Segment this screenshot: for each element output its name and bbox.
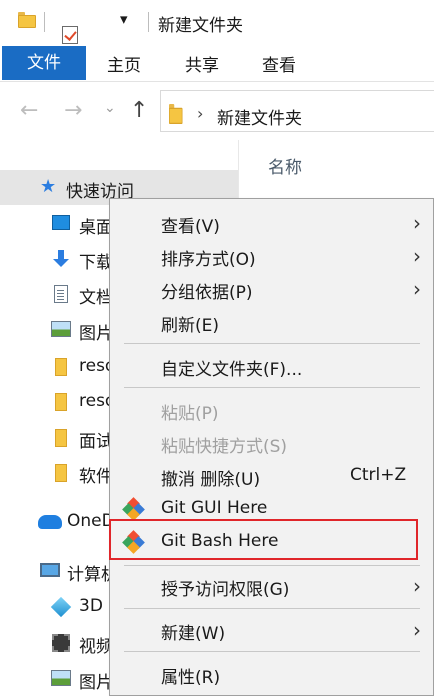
tab-view[interactable]: 查看 xyxy=(257,50,301,82)
up-arrow-icon[interactable]: ↑ xyxy=(130,98,148,123)
menu-item-customize-folder[interactable]: 自定义文件夹(F)... xyxy=(110,350,434,382)
menu-separator xyxy=(124,565,420,566)
menu-item-label: 新建(W) xyxy=(161,624,226,644)
submenu-arrow-icon: › xyxy=(413,277,421,301)
submenu-arrow-icon: › xyxy=(413,618,421,642)
menu-item-shortcut: Ctrl+Z xyxy=(350,465,407,485)
menu-item-paste-shortcut[interactable]: 粘贴快捷方式(S) xyxy=(110,427,434,459)
desktop-icon xyxy=(52,215,70,230)
forward-arrow-icon[interactable]: → xyxy=(64,98,82,123)
tab-share[interactable]: 共享 xyxy=(180,50,224,82)
menu-item-label: Git GUI Here xyxy=(161,498,268,518)
star-icon: ★ xyxy=(40,176,57,197)
menu-item-label: 分组依据(P) xyxy=(161,283,253,303)
column-header-name[interactable]: 名称 xyxy=(268,153,302,178)
picture-icon xyxy=(51,670,71,686)
quick-access-toolbar-dropdown-icon[interactable]: ▾ xyxy=(120,10,128,28)
menu-item-label: 刷新(E) xyxy=(161,316,220,336)
onedrive-icon xyxy=(38,515,62,529)
nav-item-label: 3D xyxy=(79,596,103,616)
menu-separator xyxy=(124,343,420,344)
nav-item-label: 软件 xyxy=(79,467,113,487)
nav-item-label: 文档 xyxy=(79,288,113,308)
menu-separator xyxy=(124,608,420,609)
menu-item-label: 排序方式(O) xyxy=(161,250,256,270)
highlight-box xyxy=(109,519,418,560)
menu-item-refresh[interactable]: 刷新(E) xyxy=(110,306,434,338)
menu-item-sort-by[interactable]: 排序方式(O) › xyxy=(110,240,434,272)
back-arrow-icon[interactable]: ← xyxy=(20,98,38,123)
document-icon xyxy=(54,285,68,303)
folder-icon xyxy=(55,358,67,376)
menu-item-label: 查看(V) xyxy=(161,217,220,237)
menu-item-label: 粘贴(P) xyxy=(161,404,219,424)
window-title: 新建文件夹 xyxy=(158,16,243,36)
menu-item-properties[interactable]: 属性(R) xyxy=(110,658,434,690)
git-gui-icon xyxy=(122,497,145,521)
separator xyxy=(44,12,45,32)
menu-item-undo-delete[interactable]: 撤消 删除(U) Ctrl+Z xyxy=(110,460,434,492)
folder-icon xyxy=(18,12,36,28)
menu-item-view[interactable]: 查看(V) › xyxy=(110,207,434,239)
tab-file[interactable]: 文件 xyxy=(2,46,86,80)
menu-item-label: 粘贴快捷方式(S) xyxy=(161,437,288,457)
nav-item-label: 桌面 xyxy=(79,218,113,238)
nav-item-label: OneD xyxy=(67,511,115,531)
menu-separator xyxy=(124,387,420,388)
submenu-arrow-icon: › xyxy=(413,244,421,268)
nav-item-label: 图片 xyxy=(79,673,113,693)
3d-objects-icon xyxy=(50,596,72,618)
nav-item-label: 视频 xyxy=(79,637,113,657)
address-field[interactable]: › 新建文件夹 xyxy=(160,90,434,132)
nav-item-label: 图片 xyxy=(79,324,113,344)
folder-icon xyxy=(55,464,67,482)
ribbon-tabs: 文件 主页 共享 查看 xyxy=(0,44,434,82)
menu-item-label: 撤消 删除(U) xyxy=(161,470,261,490)
tab-home[interactable]: 主页 xyxy=(102,50,146,82)
computer-icon xyxy=(40,563,60,577)
submenu-arrow-icon: › xyxy=(413,574,421,598)
nav-item-label: 下载 xyxy=(79,253,113,273)
download-icon xyxy=(53,250,69,268)
folder-icon xyxy=(55,429,67,447)
separator xyxy=(148,12,149,32)
video-icon xyxy=(52,634,70,652)
menu-item-new[interactable]: 新建(W) › xyxy=(110,614,434,646)
menu-item-give-access[interactable]: 授予访问权限(G) › xyxy=(110,570,434,602)
title-bar: ▾ 新建文件夹 xyxy=(0,0,434,60)
dropdown-chevron-icon[interactable]: ⌄ xyxy=(104,100,116,116)
menu-item-paste[interactable]: 粘贴(P) xyxy=(110,394,434,426)
address-path: 新建文件夹 xyxy=(217,109,302,129)
folder-icon xyxy=(55,393,67,411)
submenu-arrow-icon: › xyxy=(413,211,421,235)
picture-icon xyxy=(51,321,71,337)
menu-separator xyxy=(124,651,420,652)
menu-item-label: 授予访问权限(G) xyxy=(161,580,290,600)
properties-check-icon[interactable] xyxy=(62,26,78,44)
chevron-right-icon[interactable]: › xyxy=(197,104,203,123)
menu-item-label: 属性(R) xyxy=(161,668,221,688)
menu-item-label: 自定义文件夹(F)... xyxy=(161,360,303,380)
address-bar: ← → ⌄ ↑ › 新建文件夹 xyxy=(0,82,434,140)
context-menu: 查看(V) › 排序方式(O) › 分组依据(P) › 刷新(E) 自定义文件夹… xyxy=(109,198,434,696)
menu-item-group-by[interactable]: 分组依据(P) › xyxy=(110,273,434,305)
nav-item-label: 面试 xyxy=(79,432,113,452)
folder-icon xyxy=(169,104,183,124)
